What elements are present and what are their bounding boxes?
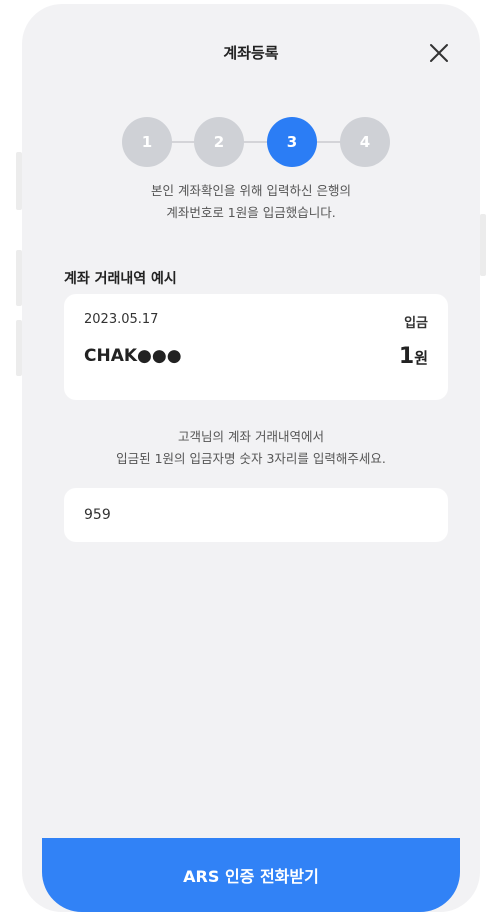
background-strip [480,214,486,276]
transaction-date: 2023.05.17 [84,312,159,327]
ars-call-button[interactable]: ARS 인증 전화받기 [42,838,460,912]
transaction-type: 입금 [404,316,428,331]
code-input[interactable] [64,488,448,542]
step-4: 4 [340,117,390,167]
instruction-text: 본인 계좌확인을 위해 입력하신 은행의 계좌번호로 1원을 입금했습니다. [22,180,480,224]
instruction-line-1: 본인 계좌확인을 위해 입력하신 은행의 [151,183,351,198]
guide-line-2: 입금된 1원의 입금자명 숫자 3자리를 입력해주세요. [116,451,386,466]
step-connector-line [147,141,365,143]
instruction-line-2: 계좌번호로 1원을 입금했습니다. [166,205,336,220]
page-title: 계좌등록 [223,44,279,62]
step-1: 1 [122,117,172,167]
step-2: 2 [194,117,244,167]
example-section-label: 계좌 거래내역 예시 [64,271,177,287]
transaction-sender: CHAK●●● [84,346,182,366]
amount-unit: 원 [414,349,428,367]
amount-value: 1 [398,344,415,369]
transaction-amount: 1원 [399,344,428,369]
header: 계좌등록 [22,4,480,104]
close-icon[interactable] [428,42,450,64]
guide-text: 고객님의 계좌 거래내역에서 입금된 1원의 입금자명 숫자 3자리를 입력해주… [22,426,480,470]
guide-line-1: 고객님의 계좌 거래내역에서 [178,429,324,444]
transaction-example-card: 2023.05.17 입금 CHAK●●● 1원 [64,294,448,400]
step-indicator: 1 2 3 4 [122,117,390,167]
step-3-current: 3 [267,117,317,167]
phone-screen: 계좌등록 1 2 3 4 본인 계좌확인을 위해 입력하신 은행의 계좌번호로 … [22,4,480,912]
